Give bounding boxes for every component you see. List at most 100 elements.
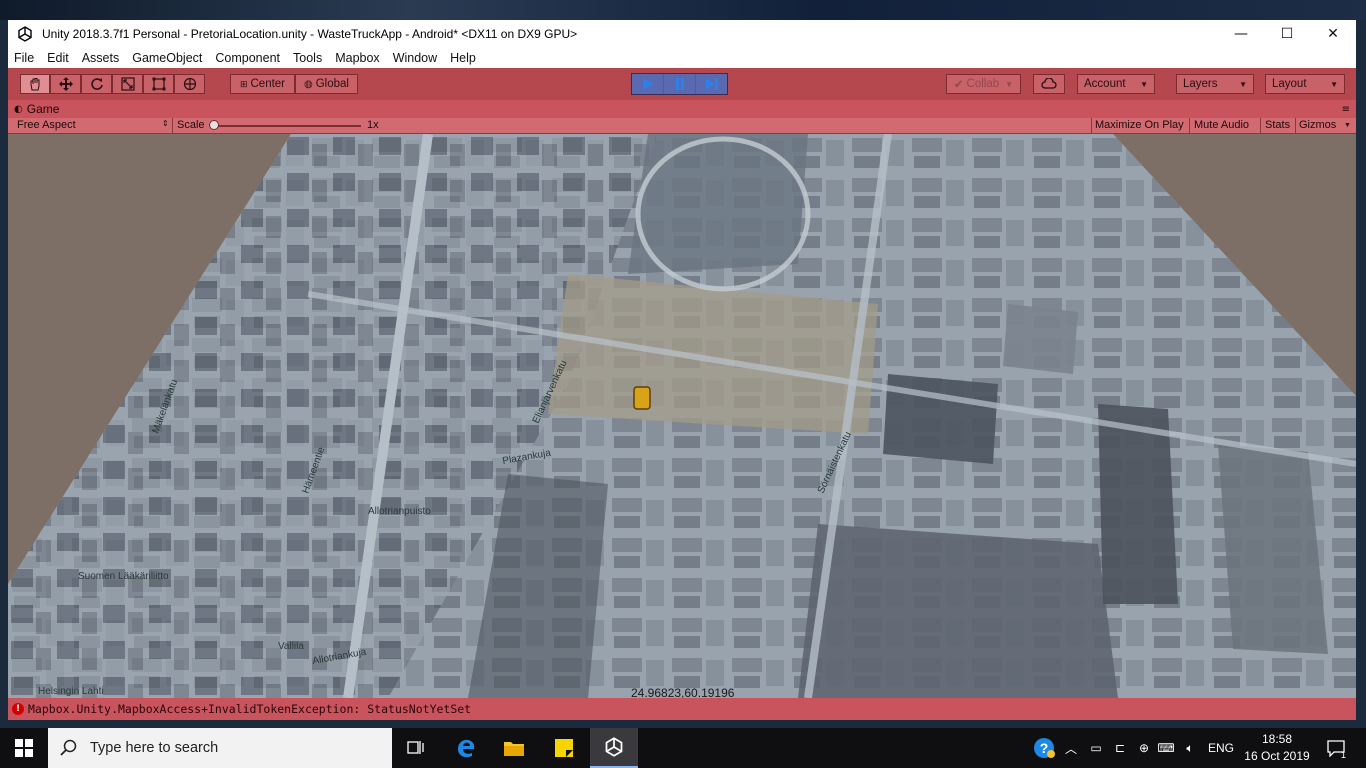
- layout-dropdown[interactable]: Layout ▼: [1265, 74, 1345, 94]
- svg-text:?: ?: [1040, 740, 1049, 756]
- help-tray-icon[interactable]: ?: [1032, 728, 1056, 768]
- move-tool-button[interactable]: [50, 74, 81, 94]
- account-dropdown[interactable]: Account ▼: [1077, 74, 1155, 94]
- taskbar-clock[interactable]: 18:58 16 Oct 2019: [1240, 731, 1314, 765]
- volume-icon[interactable]: 🔈︎: [1180, 728, 1200, 768]
- menu-tools[interactable]: Tools: [293, 51, 322, 65]
- clock-date: 16 Oct 2019: [1244, 749, 1310, 763]
- transform-icon: [183, 77, 196, 91]
- rotate-tool-button[interactable]: [81, 74, 112, 94]
- main-toolbar: ⊞ Center ◍ Global ✔ Collab ▼ Account ▼ L…: [8, 68, 1356, 100]
- divider: [1091, 118, 1092, 134]
- scale-icon: [120, 77, 135, 91]
- rotate-icon: [90, 78, 103, 90]
- pivot-label: Center: [250, 78, 286, 90]
- menu-help[interactable]: Help: [450, 51, 476, 65]
- play-icon: [642, 78, 654, 90]
- play-controls: [631, 73, 728, 95]
- scale-label: Scale: [177, 119, 205, 131]
- chevron-up-icon[interactable]: ︿: [1062, 728, 1080, 768]
- account-label: Account: [1084, 78, 1126, 90]
- transform-tool-button[interactable]: [174, 74, 205, 94]
- layers-dropdown[interactable]: Layers ▼: [1176, 74, 1254, 94]
- cloud-button[interactable]: [1033, 74, 1065, 94]
- scale-slider-handle[interactable]: [209, 120, 219, 130]
- scale-value: 1x: [367, 119, 379, 131]
- divider: [1189, 118, 1190, 134]
- divider: [1260, 118, 1261, 134]
- check-icon: ✔: [953, 79, 964, 91]
- language-indicator[interactable]: ENG: [1204, 728, 1238, 768]
- hand-tool-button[interactable]: [20, 74, 50, 94]
- menu-mapbox[interactable]: Mapbox: [335, 51, 379, 65]
- chevron-down-icon: ▼: [1005, 79, 1014, 89]
- chevron-down-icon: ▼: [1140, 79, 1148, 89]
- stats-toggle[interactable]: Stats: [1265, 119, 1290, 131]
- divider: [1295, 118, 1296, 134]
- menu-assets[interactable]: Assets: [82, 51, 120, 65]
- error-message: Mapbox.Unity.MapboxAccess+InvalidTokenEx…: [28, 702, 472, 716]
- display-icon[interactable]: ⊏: [1110, 728, 1130, 768]
- layout-label: Layout: [1272, 78, 1307, 90]
- rect-tool-button[interactable]: [143, 74, 174, 94]
- scale-tool-button[interactable]: [112, 74, 143, 94]
- satellite-map: MäkelänkatuHämeentieAllotrianpuistoAllot…: [8, 134, 1356, 698]
- desktop-background: [0, 0, 1366, 20]
- menu-gameobject[interactable]: GameObject: [132, 51, 202, 65]
- menu-file[interactable]: File: [14, 51, 34, 65]
- unity-editor-window: Unity 2018.3.7f1 Personal - PretoriaLoca…: [8, 20, 1356, 720]
- menu-component[interactable]: Component: [215, 51, 280, 65]
- collab-button[interactable]: ✔ Collab ▼: [946, 74, 1021, 94]
- step-button[interactable]: [696, 74, 727, 94]
- sticky-notes-taskbar-button[interactable]: [540, 728, 588, 768]
- cloud-icon: [1041, 78, 1057, 89]
- globe-icon: ◍: [304, 78, 313, 90]
- chevron-down-icon: ▼: [1344, 122, 1351, 129]
- rect-transform-icon: [152, 77, 165, 91]
- unity-taskbar-button[interactable]: [590, 728, 638, 768]
- minimize-button[interactable]: —: [1218, 20, 1264, 47]
- tab-menu-icon[interactable]: ≡: [1342, 104, 1350, 115]
- game-tab[interactable]: ◐ Game ≡: [8, 100, 1356, 118]
- game-viewport[interactable]: Mäkelänkatu Hämeentie Allotrianpuisto Allot…: [8, 134, 1356, 698]
- file-explorer-taskbar-button[interactable]: [490, 728, 538, 768]
- sticky-notes-icon: [555, 739, 573, 757]
- chevron-down-icon: ▼: [1239, 79, 1247, 89]
- network-icon[interactable]: ⊕: [1134, 728, 1154, 768]
- close-button[interactable]: ✕: [1310, 20, 1356, 47]
- play-button[interactable]: [632, 74, 664, 94]
- divider: [172, 118, 173, 134]
- menu-edit[interactable]: Edit: [47, 51, 69, 65]
- task-view-button[interactable]: [392, 728, 440, 768]
- error-icon: !: [12, 703, 24, 715]
- menu-window[interactable]: Window: [393, 51, 437, 65]
- step-icon: [705, 78, 718, 90]
- maximize-on-play-toggle[interactable]: Maximize On Play: [1095, 119, 1184, 131]
- notification-count: 1: [1340, 750, 1346, 760]
- map-street-label: Suomen Lääkäriliitto: [78, 571, 169, 582]
- coordinates-readout: 24.96823,60.19196: [631, 686, 735, 698]
- keyboard-icon[interactable]: ⌨: [1156, 728, 1176, 768]
- gizmos-dropdown[interactable]: Gizmos: [1299, 119, 1336, 131]
- edge-taskbar-button[interactable]: [442, 728, 490, 768]
- edge-browser-icon: [458, 739, 475, 758]
- console-status-bar[interactable]: ! Mapbox.Unity.MapboxAccess+InvalidToken…: [8, 698, 1356, 720]
- scale-slider-track[interactable]: [215, 125, 361, 127]
- chevron-updown-icon: ⇕: [162, 119, 169, 128]
- hand-icon: [30, 78, 40, 91]
- start-button[interactable]: [0, 728, 48, 768]
- global-space-toggle[interactable]: ◍ Global: [295, 74, 358, 94]
- notification-center-button[interactable]: 1: [1320, 728, 1352, 768]
- pivot-icon: ⊞: [239, 78, 248, 89]
- search-placeholder: Type here to search: [90, 740, 219, 756]
- unity-logo-icon: [605, 737, 623, 757]
- maximize-button[interactable]: ☐: [1264, 20, 1310, 47]
- battery-icon[interactable]: ▭: [1086, 728, 1106, 768]
- pause-button[interactable]: [664, 74, 696, 94]
- game-view-icon: ◐: [14, 103, 23, 115]
- mute-audio-toggle[interactable]: Mute Audio: [1194, 119, 1249, 131]
- taskbar-search-box[interactable]: Type here to search: [48, 728, 392, 768]
- aspect-dropdown[interactable]: Free Aspect: [17, 119, 76, 131]
- pivot-center-toggle[interactable]: ⊞ Center: [230, 74, 295, 94]
- move-icon: [58, 77, 73, 91]
